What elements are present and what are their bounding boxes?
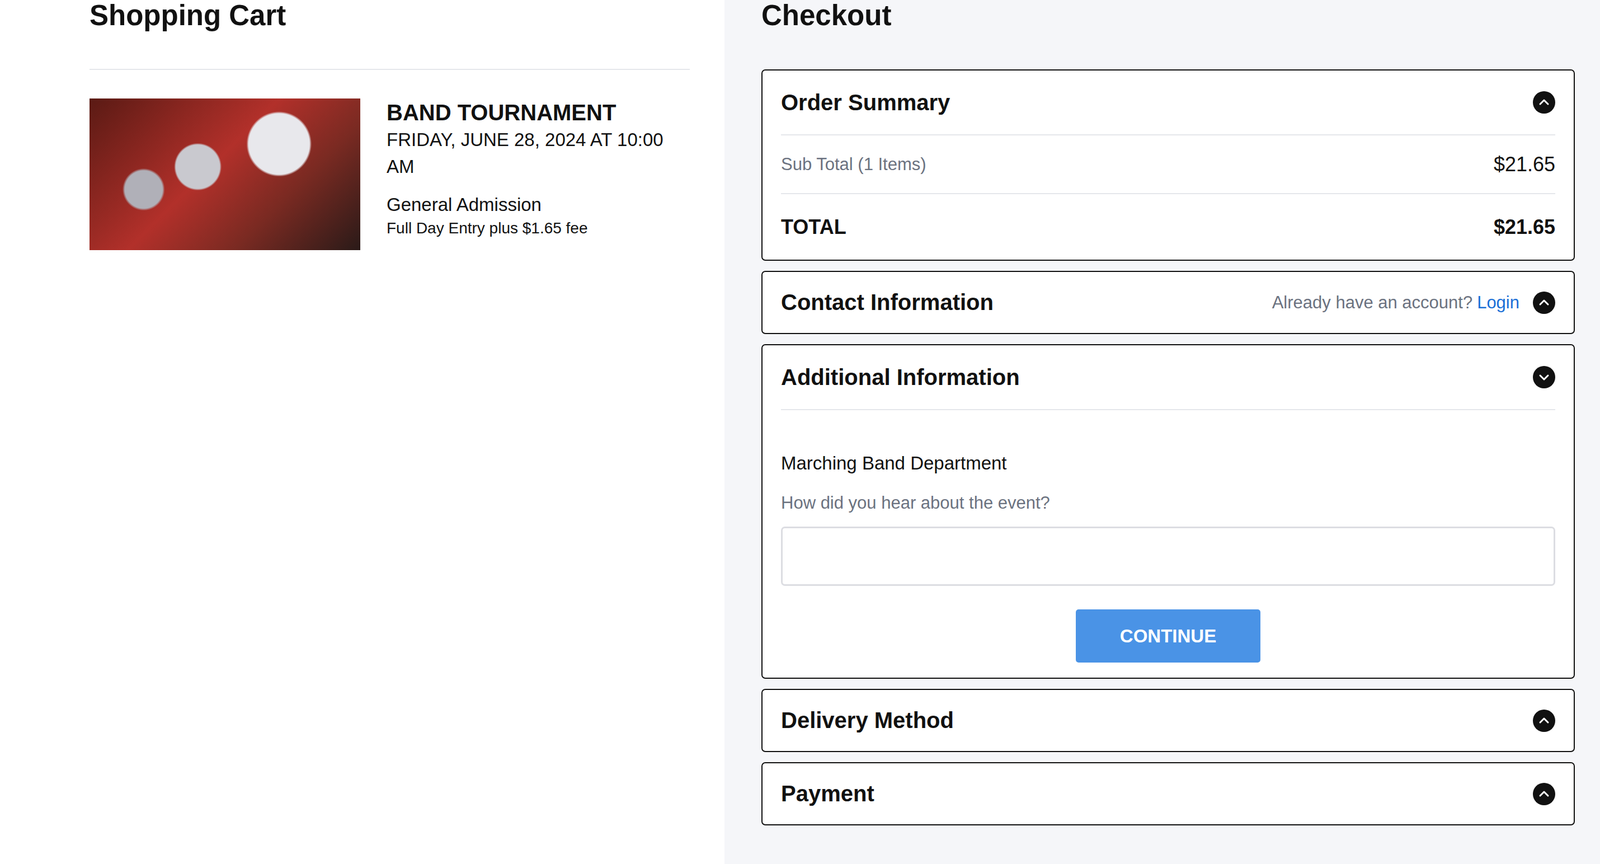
contact-card: Contact Information Already have an accou…: [761, 270, 1575, 334]
cart-item: BAND TOURNAMENTFRIDAY, JUNE 28, 2024 AT …: [89, 98, 690, 251]
card-title: Additional Information: [780, 364, 1020, 390]
total-row: TOTAL $21.65: [780, 194, 1556, 260]
event-name: BAND TOURNAMENT: [386, 98, 672, 127]
card-header[interactable]: Order Summary: [780, 70, 1556, 136]
login-prompt: Already have an account?Login: [1272, 292, 1520, 313]
card-title: Payment: [780, 780, 875, 807]
subtotal-row: Sub Total (1 Items) $21.65: [780, 135, 1556, 195]
card-header[interactable]: Payment: [780, 763, 1556, 825]
card-header[interactable]: Delivery Method: [780, 689, 1556, 751]
card-title: Delivery Method: [780, 707, 954, 733]
answer-input[interactable]: [780, 526, 1556, 586]
question-label: How did you hear about the event?: [780, 491, 1556, 515]
header-actions: [1532, 365, 1556, 389]
row-value: $21.65: [1493, 152, 1556, 177]
form-card: Additional Information Marching Band Depa…: [761, 344, 1575, 679]
header-actions: Already have an account?Login: [1272, 291, 1556, 314]
login-link[interactable]: Login: [1476, 292, 1520, 313]
row-value: $21.65: [1493, 215, 1556, 239]
plain-card: Delivery Method: [761, 688, 1575, 752]
card-header[interactable]: Contact Information Already have an accou…: [780, 271, 1556, 333]
header-actions: [1532, 782, 1556, 806]
row-label: Sub Total (1 Items): [780, 154, 927, 175]
event-photo: [89, 98, 361, 251]
row-label: TOTAL: [780, 215, 847, 239]
event-date: FRIDAY, JUNE 28, 2024 AT 10:00 AM: [386, 126, 672, 181]
department-label: Marching Band Department: [780, 451, 1556, 475]
card-header[interactable]: Additional Information: [780, 345, 1556, 411]
ticket-description: Full Day Entry plus $1.65 fee: [386, 217, 672, 240]
additional-form: Marching Band Department How did you hear…: [780, 410, 1556, 678]
chevron-up-icon[interactable]: [1532, 709, 1556, 732]
card-title: Contact Information: [780, 289, 994, 315]
ticket-type: General Admission: [386, 192, 672, 218]
header-actions: [1532, 709, 1556, 732]
continue-button[interactable]: CONTINUE: [1075, 609, 1261, 663]
chevron-down-icon[interactable]: [1532, 365, 1556, 389]
header-actions: [1532, 91, 1556, 114]
shopping-cart: Shopping Cart BAND TOURNAMENTFRIDAY, JUNE…: [0, 0, 725, 864]
plain-card: Payment: [761, 761, 1575, 826]
cart-heading: Shopping Cart: [89, 0, 690, 70]
chevron-up-icon[interactable]: [1532, 291, 1556, 314]
item-details: BAND TOURNAMENTFRIDAY, JUNE 28, 2024 AT …: [386, 98, 672, 251]
summary-card: Order SummarySub Total (1 Items)$21.65TO…: [761, 69, 1575, 261]
chevron-up-icon[interactable]: [1532, 91, 1556, 114]
card-title: Order Summary: [780, 90, 950, 116]
checkout-heading: Checkout: [761, 0, 1575, 32]
page: Shopping Cart BAND TOURNAMENTFRIDAY, JUNE…: [0, 0, 1600, 864]
checkout: Checkout Order Summary Sub Total (1 Items)…: [724, 0, 1600, 864]
chevron-up-icon[interactable]: [1532, 782, 1556, 806]
checkout-sections: Order SummarySub Total (1 Items)$21.65TO…: [761, 69, 1575, 826]
